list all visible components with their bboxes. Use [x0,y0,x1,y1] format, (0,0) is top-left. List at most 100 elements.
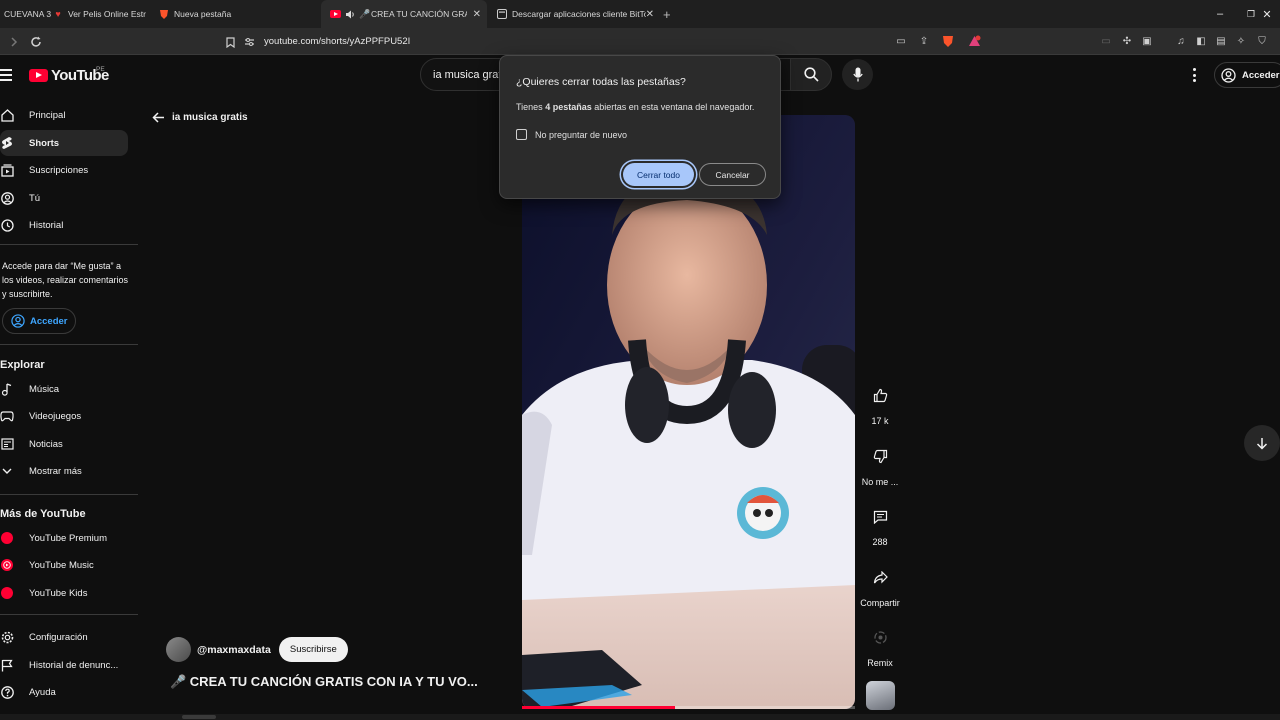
more-from-youtube-heading: Más de YouTube [0,508,86,520]
sidebar-item-youtube-kids[interactable]: YouTube Kids [0,580,128,606]
music-note-icon[interactable]: ♫ [1174,34,1188,48]
site-settings-icon[interactable] [244,37,255,47]
arrow-down-icon [1256,437,1268,450]
like-count: 17 k [871,416,889,426]
horizontal-scrollbar[interactable] [0,714,1280,720]
share-button[interactable] [864,561,897,594]
sidebar-item-tu[interactable]: Tú [0,185,128,211]
heart-icon: ♥ [55,9,61,19]
sidebar-signin-button[interactable]: Acceder [2,308,76,334]
forward-button[interactable] [4,32,24,52]
short-title[interactable]: 🎤 CREA TU CANCIÓN GRATIS CON IA Y TU VO.… [170,674,480,690]
voice-search-button[interactable] [842,59,873,90]
subscriptions-icon [0,163,14,177]
comment-icon [873,510,887,524]
guide-menu-icon[interactable] [0,66,14,84]
share-page-icon[interactable]: ⇪ [917,34,931,48]
brave-shields-icon[interactable] [941,34,955,48]
tab-strip: CUEVANA 3 ♥ Ver Pelis Online Estr Nueva … [0,0,1280,28]
wallet-icon[interactable]: ▤ [1214,34,1228,48]
leo-ai-icon[interactable]: ✧ [1234,34,1248,48]
close-all-button[interactable]: Cerrar todo [623,163,694,186]
tab-cuevana[interactable]: CUEVANA 3 [4,0,56,28]
checkbox-box[interactable] [516,129,527,140]
sidebar-item-suscripciones[interactable]: Suscripciones [0,157,128,183]
vpn-shield-icon[interactable]: ⛉ [1255,34,1269,48]
chevron-down-icon [0,464,14,478]
speaker-icon[interactable] [345,8,357,20]
tab-search-icon[interactable]: ▣ [1140,34,1154,48]
short-video-player[interactable] [522,115,855,709]
sidebar-item-youtube-music[interactable]: YouTube Music [0,552,128,578]
shorts-icon [0,136,14,150]
comments-button[interactable] [864,500,897,533]
video-progress-bar[interactable] [522,706,855,709]
remix-label: Remix [867,658,893,668]
signin-prompt-text: Accede para dar “Me gusta” a los videos,… [2,261,129,299]
next-short-button[interactable] [1244,425,1280,461]
sidebar-item-mostrar-mas[interactable]: Mostrar más [0,458,128,484]
tab-crea-tu-cancion[interactable]: 🎤 CREA TU CANCIÓN GRATI ✕ [321,0,487,28]
dislike-button[interactable] [864,440,897,473]
sidebar-item-noticias[interactable]: Noticias [0,431,128,457]
sidebar-item-historial-denuncias[interactable]: Historial de denunc... [0,652,128,678]
share-action: Compartir [856,561,904,608]
signin-button[interactable]: Acceder [1214,62,1280,88]
sidebar-item-label: Noticias [29,438,63,450]
brave-icon [158,8,170,20]
share-arrow-icon [873,571,888,584]
cancel-button[interactable]: Cancelar [699,163,766,186]
dialog-message: Tienes 4 pestañas abiertas en esta venta… [516,102,755,112]
bookmark-button[interactable] [220,32,240,52]
sidebar-toggle-icon[interactable]: ◧ [1194,34,1208,48]
you-icon [0,191,14,205]
sidebar-divider [0,344,138,345]
tab-bittorrent[interactable]: Descargar aplicaciones cliente BitTorr ✕ [496,0,660,28]
region-code: PE [96,66,105,73]
dislike-label: No me ... [861,477,899,487]
search-button[interactable] [790,58,832,91]
new-tab-button[interactable]: + [663,0,677,28]
dont-ask-again-checkbox[interactable]: No preguntar de nuevo [516,129,627,140]
cast-icon[interactable]: ▭ [894,34,908,48]
sidebar-item-label: Historial de denunc... [29,659,119,671]
sidebar-item-musica[interactable]: Música [0,376,128,402]
chevron-right-icon [11,37,18,47]
sidebar-item-label: Suscripciones [29,164,89,176]
close-tab-icon[interactable]: ✕ [646,9,654,20]
channel-handle[interactable]: @maxmaxdata [197,644,271,656]
remix-button[interactable] [864,621,897,654]
brave-rewards-icon[interactable] [967,34,981,48]
close-tab-icon[interactable]: ✕ [473,9,481,20]
sidebar-item-ayuda[interactable]: Ayuda [0,679,128,705]
sidebar-item-configuracion[interactable]: Configuración [0,624,128,650]
sidebar-item-label: Historial [29,219,64,231]
flag-icon [0,658,14,672]
back-to-results-link[interactable]: ia musica gratis [152,108,248,126]
close-window-button[interactable]: ✕ [1252,0,1280,28]
settings-kebab-icon[interactable] [1188,66,1200,84]
sidebar-item-historial[interactable]: Historial [0,212,128,238]
sidebar-item-youtube-premium[interactable]: YouTube Premium [0,525,128,551]
sidebar-item-label: YouTube Music [29,559,94,571]
minimize-button[interactable]: – [1205,0,1235,28]
sidebar-item-shorts[interactable]: Shorts [0,130,128,156]
tab-label: CREA TU CANCIÓN GRATI [371,9,467,19]
url-text: youtube.com/shorts/yAzPPFPU52I [264,36,411,47]
like-button[interactable] [864,379,897,412]
tab-new-tab[interactable]: Nueva pestaña [158,0,308,28]
arrow-left-icon [152,111,164,123]
news-icon [0,437,14,451]
channel-avatar[interactable] [166,637,191,662]
reload-button[interactable] [26,32,46,52]
sidebar-item-principal[interactable]: Principal [0,102,128,128]
scrollbar-thumb[interactable] [182,715,216,719]
sound-thumbnail[interactable] [866,681,895,710]
extension-icon[interactable]: ▭ [1099,34,1113,48]
extensions-puzzle-icon[interactable]: ✣ [1120,34,1134,48]
url-field[interactable]: youtube.com/shorts/yAzPPFPU52I [244,32,884,51]
tab-label: Nueva pestaña [174,9,232,19]
subscribe-button[interactable]: Suscribirse [278,637,348,662]
tab-ver-pelis[interactable]: ♥ Ver Pelis Online Estr [52,0,148,28]
sidebar-item-videojuegos[interactable]: Videojuegos [0,403,128,429]
